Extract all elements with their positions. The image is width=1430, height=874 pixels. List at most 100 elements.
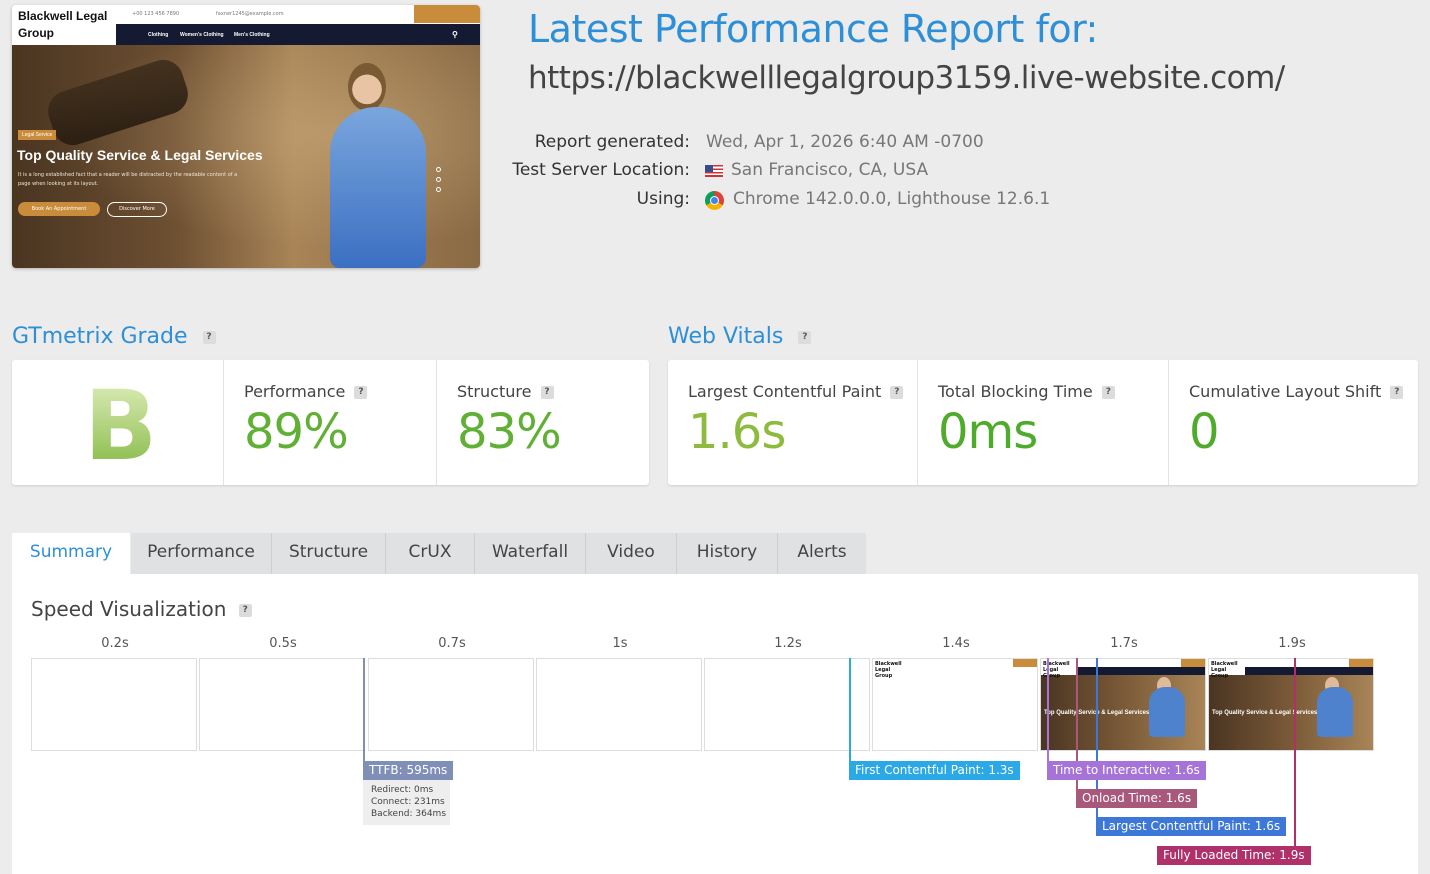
frame-hero-title: Top Quality Service & Legal Services	[1212, 710, 1318, 716]
backend-time: Backend: 364ms	[371, 809, 447, 819]
vitals-heading: Web Vitals ?	[668, 324, 812, 349]
tbt-value: 0ms	[938, 404, 1038, 460]
structure-cell: Structure ? 83%	[436, 360, 649, 485]
tab-performance[interactable]: Performance	[131, 533, 272, 574]
filmstrip-frame[interactable]: Top Quality Service & Legal Services Bla…	[1208, 658, 1374, 751]
cls-label: Cumulative Layout Shift ?	[1189, 382, 1404, 401]
slider-dot	[436, 177, 441, 182]
performance-cell: Performance ? 89%	[223, 360, 436, 485]
discover-more-button: Discover More	[107, 202, 167, 217]
performance-value: 89%	[244, 404, 349, 460]
filmstrip-frame[interactable]	[536, 658, 702, 751]
lcp-value: 1.6s	[688, 404, 786, 460]
hero-description: It is a long established fact that a rea…	[18, 172, 238, 187]
tick-label: 1s	[612, 636, 628, 651]
filmstrip-frame[interactable]	[31, 658, 197, 751]
tab-alerts[interactable]: Alerts	[778, 533, 866, 574]
help-icon[interactable]: ?	[890, 386, 904, 399]
search-icon: ⚲	[452, 30, 458, 39]
location-label: Test Server Location:	[512, 160, 690, 180]
slider-dot	[436, 167, 441, 172]
social-icons	[414, 5, 480, 23]
redirect-time: Redirect: 0ms	[371, 785, 434, 795]
site-nav: Blackwell Legal Group +00 123 456 7890 f…	[12, 5, 480, 45]
site-phone: +00 123 456 7890	[132, 11, 180, 17]
tick-label: 0.2s	[101, 636, 129, 651]
grade-letter: B	[84, 370, 158, 482]
site-logo: Blackwell Legal Group	[18, 9, 108, 40]
ttfb-label: TTFB: 595ms	[363, 761, 454, 780]
help-icon[interactable]: ?	[238, 604, 252, 617]
grade-heading: GTmetrix Grade ?	[12, 324, 216, 349]
filmstrip-frame[interactable]: Blackwell Legal Group	[872, 658, 1038, 751]
site-screenshot: Legal Service Top Quality Service & Lega…	[12, 5, 480, 268]
site-menu: Clothing Women's Clothing Men's Clothing…	[116, 24, 480, 45]
tti-label: Time to Interactive: 1.6s	[1047, 761, 1206, 780]
structure-value: 83%	[457, 404, 562, 460]
us-flag-icon	[705, 165, 723, 177]
help-icon[interactable]: ?	[202, 330, 216, 344]
chrome-icon	[705, 191, 724, 210]
frame-logo: Blackwell Legal Group	[875, 661, 902, 679]
hero-image: Legal Service Top Quality Service & Lega…	[12, 45, 480, 268]
using-label: Using:	[636, 189, 690, 209]
hero-title: Top Quality Service & Legal Services	[17, 147, 263, 163]
using-value: Chrome 142.0.0.0, Lighthouse 12.6.1	[733, 189, 1051, 209]
speed-heading: Speed Visualization ?	[31, 597, 252, 621]
person-image	[330, 107, 426, 268]
tick-label: 1.4s	[942, 636, 970, 651]
help-icon[interactable]: ?	[798, 330, 812, 344]
fully-loaded-label: Fully Loaded Time: 1.9s	[1157, 846, 1311, 865]
fcp-label: First Contentful Paint: 1.3s	[849, 761, 1020, 780]
help-icon[interactable]: ?	[1101, 386, 1115, 399]
lcp-label: Largest Contentful Paint: 1.6s	[1096, 817, 1287, 836]
help-icon[interactable]: ?	[1390, 386, 1404, 399]
grade-heading-text: GTmetrix Grade	[12, 324, 188, 349]
performance-label: Performance ?	[244, 382, 368, 401]
tick-label: 1.9s	[1278, 636, 1306, 651]
fcp-marker	[849, 658, 851, 762]
hero-tag: Legal Service	[18, 130, 57, 140]
filmstrip-frame[interactable]	[368, 658, 534, 751]
generated-value: Wed, Apr 1, 2026 6:40 AM -0700	[706, 132, 984, 152]
tab-waterfall[interactable]: Waterfall	[475, 533, 586, 574]
gavel-image	[42, 54, 194, 151]
slider-dot	[436, 187, 441, 192]
tick-label: 0.5s	[269, 636, 297, 651]
help-icon[interactable]: ?	[354, 386, 368, 399]
menu-item: Men's Clothing	[234, 32, 270, 38]
filmstrip-frame[interactable]	[704, 658, 870, 751]
menu-item: Women's Clothing	[180, 32, 224, 38]
frame-logo: Blackwell Legal Group	[1211, 661, 1238, 679]
menu-item: Clothing	[148, 32, 169, 38]
cls-cell: Cumulative Layout Shift ? 0	[1168, 360, 1419, 485]
tab-history[interactable]: History	[677, 533, 778, 574]
help-icon[interactable]: ?	[540, 386, 554, 399]
report-url: https://blackwelllegalgroup3159.live-web…	[528, 60, 1285, 96]
book-appointment-button: Book An Appointment	[18, 202, 100, 216]
site-email: faxner1245@example.com	[216, 11, 284, 17]
location-value: San Francisco, CA, USA	[731, 160, 929, 180]
ttfb-marker	[363, 658, 365, 762]
tab-structure[interactable]: Structure	[272, 533, 386, 574]
tab-summary[interactable]: Summary	[12, 533, 130, 574]
person-head	[348, 63, 386, 111]
tick-label: 1.7s	[1110, 636, 1138, 651]
structure-label: Structure ?	[457, 382, 554, 401]
cls-value: 0	[1189, 404, 1220, 460]
lcp-cell: Largest Contentful Paint ? 1.6s	[668, 360, 917, 485]
connect-time: Connect: 231ms	[371, 797, 445, 807]
tick-label: 0.7s	[438, 636, 466, 651]
fully-loaded-marker	[1294, 658, 1296, 848]
tab-video[interactable]: Video	[586, 533, 677, 574]
tick-label: 1.2s	[774, 636, 802, 651]
vitals-heading-text: Web Vitals	[668, 324, 784, 349]
tab-crux[interactable]: CrUX	[386, 533, 475, 574]
filmstrip-frame[interactable]: Top Quality Service & Legal Services Bla…	[1040, 658, 1206, 751]
filmstrip-frame[interactable]	[199, 658, 365, 751]
tbt-cell: Total Blocking Time ? 0ms	[917, 360, 1168, 485]
ttfb-breakdown: Redirect: 0ms Connect: 231ms Backend: 36…	[363, 780, 450, 825]
lcp-label: Largest Contentful Paint ?	[688, 382, 904, 401]
vitals-card: Largest Contentful Paint ? 1.6s Total Bl…	[668, 360, 1418, 485]
report-title: Latest Performance Report for:	[528, 7, 1098, 51]
